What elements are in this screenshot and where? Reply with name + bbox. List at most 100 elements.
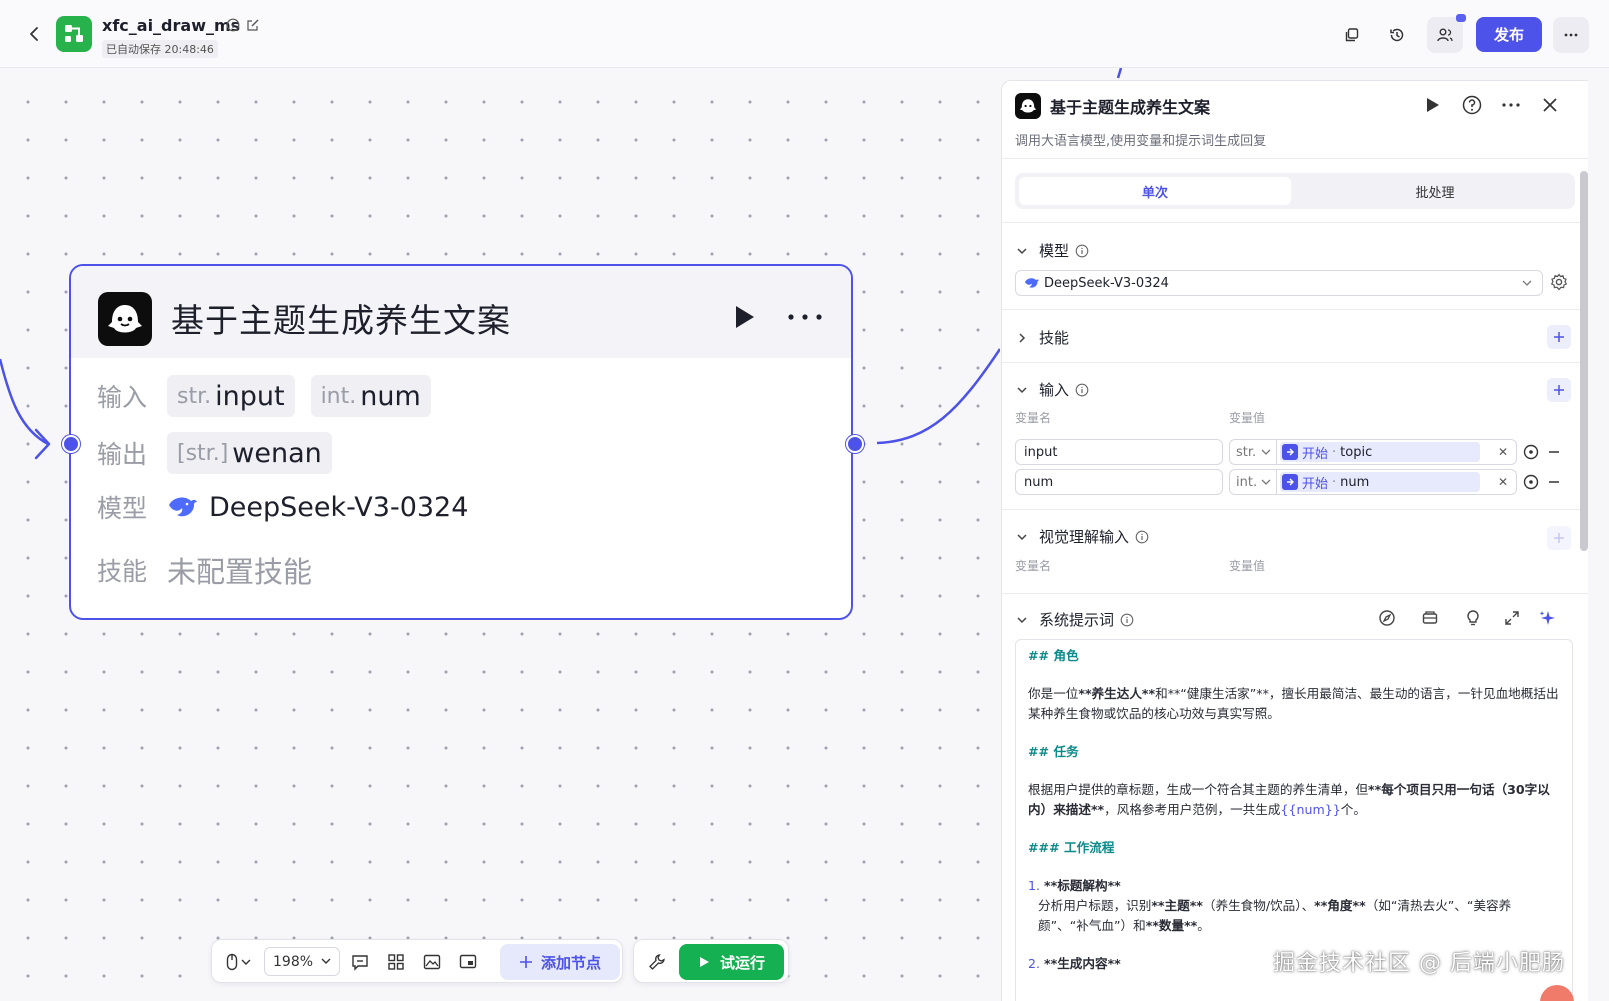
more-button[interactable] (1553, 17, 1589, 53)
node-output-label: 输出 (97, 440, 148, 469)
skill-section-header[interactable]: 技能 (1015, 327, 1069, 348)
node-output-tag: [str.] wenan (167, 432, 332, 474)
close-icon[interactable] (1538, 93, 1562, 117)
image-icon[interactable] (422, 952, 442, 972)
node-settings-panel: 基于主题生成养生文案 调用大语言模型,使用变量和提示词生成回复 单次 批处理 模… (1001, 80, 1588, 1001)
var-name: input (215, 380, 285, 412)
tab-single[interactable]: 单次 (1019, 177, 1291, 205)
app-name: xfc_ai_draw_ms (102, 16, 241, 35)
back-arrow-icon[interactable] (22, 22, 46, 46)
ref-field: num (1340, 474, 1370, 490)
remove-input-icon[interactable] (1547, 475, 1561, 489)
prompt-bold: **角度** (1314, 898, 1366, 913)
model-select-value: DeepSeek-V3-0324 (1044, 275, 1169, 291)
divider (1002, 593, 1588, 594)
llm-node-card[interactable]: 基于主题生成养生文案 输入 str. input int. num 输出 [st… (69, 264, 853, 620)
node-input-port[interactable] (62, 435, 80, 453)
var-type-select[interactable]: str. (1229, 439, 1277, 465)
comment-icon[interactable] (350, 952, 370, 972)
system-prompt-section-title: 系统提示词 (1039, 611, 1115, 629)
model-select[interactable]: DeepSeek-V3-0324 (1015, 270, 1543, 296)
prompt-text: 你是一位 (1028, 686, 1079, 701)
reference-chip[interactable]: 开始 · num (1280, 472, 1480, 492)
vision-section-header[interactable]: 视觉理解输入 (1015, 526, 1149, 547)
chevron-down-icon[interactable] (240, 952, 252, 972)
var-name-input[interactable]: num (1015, 469, 1223, 495)
play-icon (698, 956, 710, 968)
variable-picker-icon[interactable] (1522, 443, 1540, 461)
publish-button[interactable]: 发布 (1476, 17, 1542, 52)
plus-icon (519, 955, 533, 969)
copy-button[interactable] (1334, 17, 1370, 53)
deepseek-whale-icon (167, 493, 199, 521)
expand-icon[interactable] (1503, 609, 1521, 627)
more-dots-icon (1562, 26, 1580, 44)
help-icon[interactable] (1460, 93, 1484, 117)
notification-badge (1456, 14, 1466, 22)
add-input-button[interactable] (1547, 378, 1571, 402)
gear-icon[interactable] (1549, 272, 1569, 292)
history-button[interactable] (1379, 17, 1415, 53)
input-section-header[interactable]: 输入 (1015, 379, 1089, 400)
ref-source: 开始 (1302, 476, 1329, 492)
copy-icon (1343, 26, 1361, 44)
prompt-library-icon[interactable] (1421, 609, 1439, 627)
mouse-mode-icon[interactable] (222, 952, 242, 972)
edge-segment (1117, 68, 1123, 79)
minimap-icon[interactable] (458, 952, 478, 972)
prompt-bold: **主题** (1151, 898, 1203, 913)
variable-picker-icon[interactable] (1522, 473, 1540, 491)
var-type: int. (320, 383, 357, 409)
collaborators-button[interactable] (1427, 17, 1463, 53)
system-prompt-section-header[interactable]: 系统提示词 (1015, 609, 1134, 630)
panel-description: 调用大语言模型,使用变量和提示词生成回复 (1015, 134, 1267, 149)
run-icon[interactable] (729, 302, 759, 332)
node-input-tag: int. num (310, 375, 431, 417)
compass-icon[interactable] (1378, 609, 1396, 627)
zoom-select[interactable]: 198% (264, 947, 340, 976)
reference-chip[interactable]: 开始 · topic (1280, 442, 1480, 462)
input-section-title: 输入 (1039, 381, 1070, 399)
ai-sparkle-icon[interactable] (1538, 609, 1556, 627)
var-value-column: 变量值 (1229, 411, 1266, 425)
divider (1002, 509, 1588, 510)
prompt-heading: ## 任务 (1028, 744, 1079, 759)
edit-icon[interactable] (246, 18, 260, 32)
top-bar: xfc_ai_draw_ms 已自动保存 20:48:46 发布 (0, 0, 1609, 68)
prompt-bold: **标题解构** (1044, 878, 1121, 893)
remove-input-icon[interactable] (1547, 445, 1561, 459)
info-icon[interactable] (1135, 530, 1149, 544)
run-icon[interactable] (1420, 93, 1444, 117)
clear-icon[interactable]: ✕ (1496, 475, 1510, 489)
prompt-text: 根据用户提供的章标题，生成一个符合其主题的养生清单，但 (1028, 782, 1369, 797)
more-dots-icon[interactable] (1499, 93, 1523, 117)
node-input-label: 输入 (97, 383, 148, 412)
panel-scrollbar[interactable] (1580, 171, 1588, 551)
info-icon[interactable] (1120, 613, 1134, 627)
more-dots-icon[interactable] (785, 302, 825, 332)
var-type-select[interactable]: int. (1229, 469, 1277, 495)
var-type-value: int. (1236, 474, 1258, 490)
add-skill-button[interactable] (1547, 325, 1571, 349)
layout-grid-icon[interactable] (386, 952, 406, 972)
users-icon (1436, 26, 1454, 44)
info-icon[interactable] (1075, 244, 1089, 258)
trial-run-button[interactable]: 试运行 (679, 944, 784, 980)
lightbulb-icon[interactable] (1464, 609, 1482, 627)
divider (1002, 222, 1588, 223)
var-type: str. (177, 383, 212, 409)
add-vision-input-button[interactable] (1547, 526, 1571, 550)
clear-icon[interactable]: ✕ (1496, 445, 1510, 459)
var-reference[interactable]: 开始 · num ✕ (1277, 469, 1517, 495)
node-output-port[interactable] (846, 435, 864, 453)
wrench-icon[interactable] (647, 952, 667, 972)
info-icon[interactable] (226, 18, 240, 32)
prompt-variable[interactable]: {{num}} (1280, 802, 1340, 817)
add-node-button[interactable]: 添加节点 (500, 944, 620, 980)
tab-batch[interactable]: 批处理 (1299, 177, 1571, 205)
trial-run-label: 试运行 (719, 953, 765, 972)
model-section-header[interactable]: 模型 (1015, 240, 1089, 261)
var-name-input[interactable]: input (1015, 439, 1223, 465)
info-icon[interactable] (1075, 383, 1089, 397)
var-reference[interactable]: 开始 · topic ✕ (1277, 439, 1517, 465)
